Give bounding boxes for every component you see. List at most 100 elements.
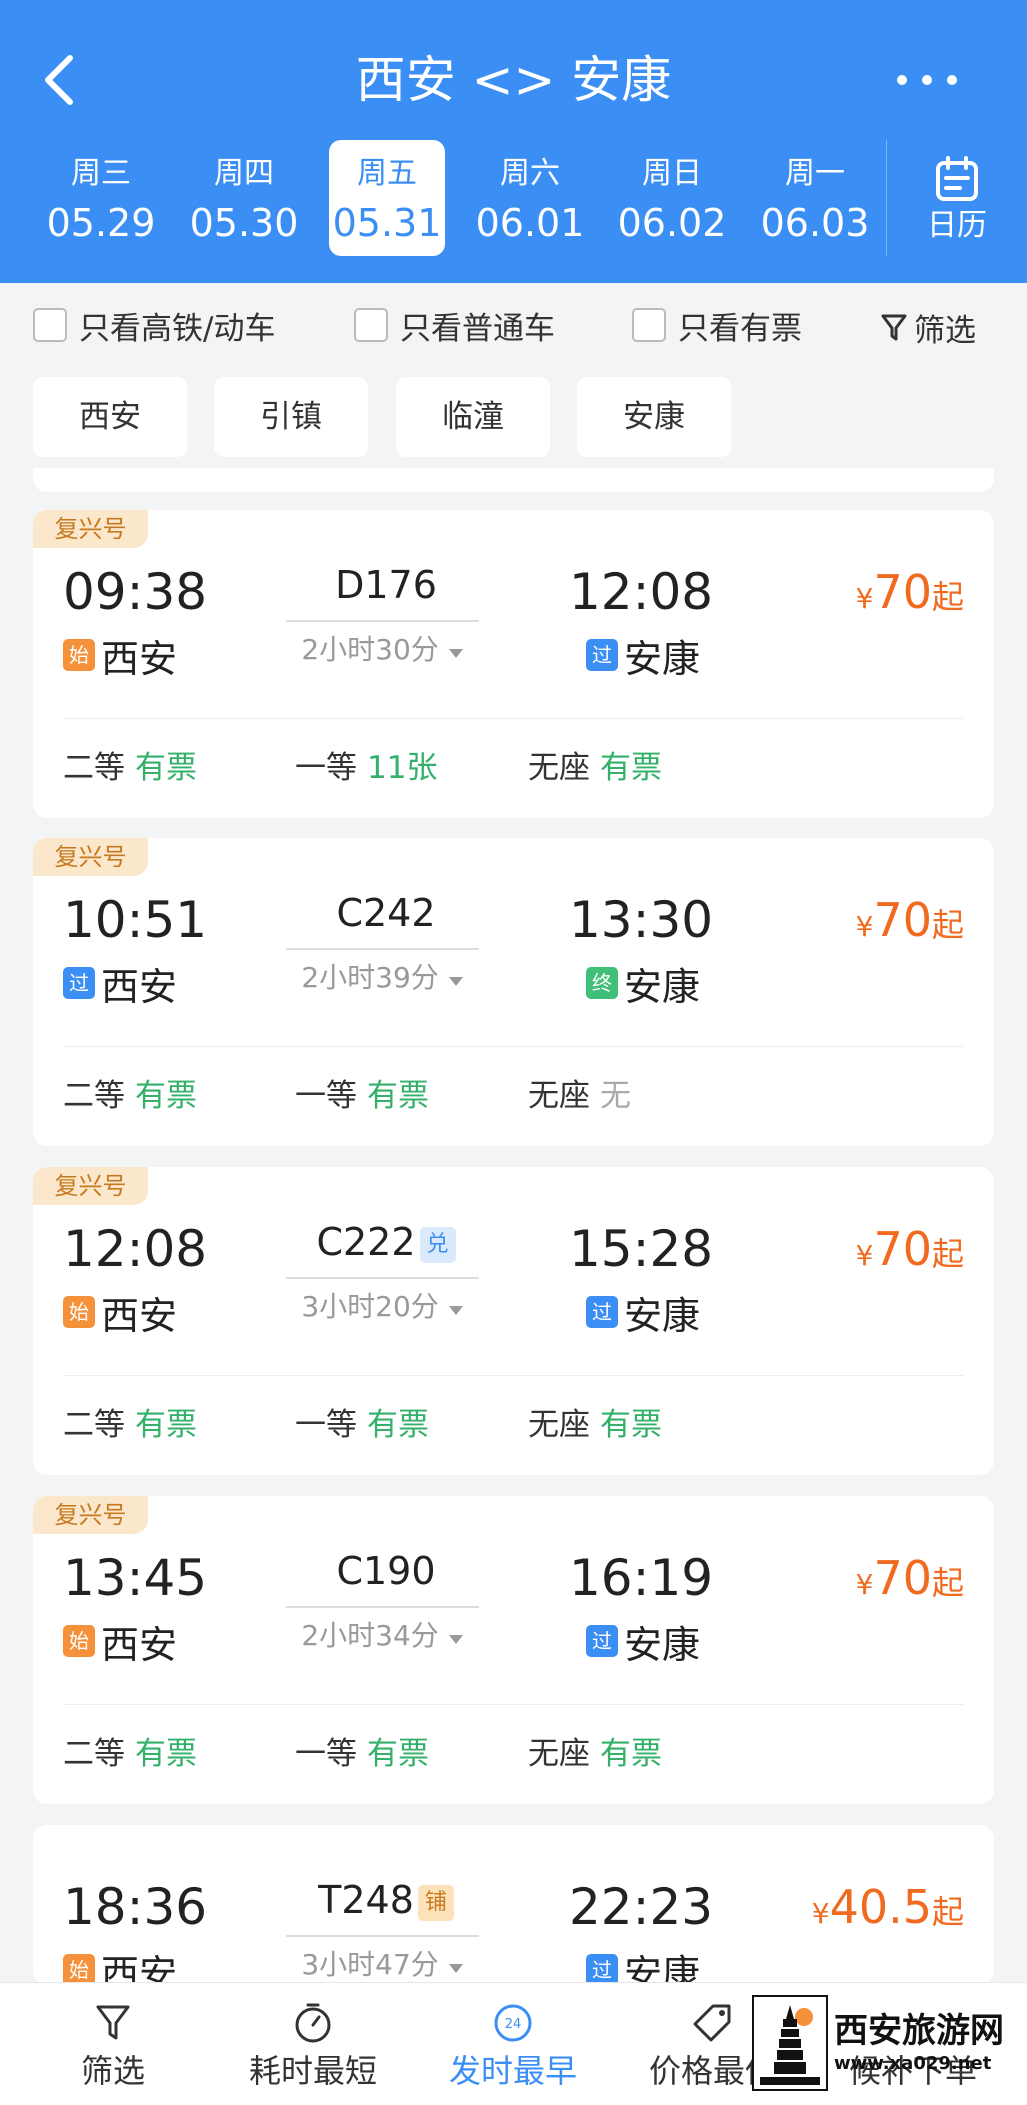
- filter-button[interactable]: 筛选: [880, 305, 976, 350]
- duration[interactable]: 2小时34分: [286, 1616, 479, 1656]
- checkbox-label: 只看高铁/动车: [79, 310, 276, 347]
- seat-class: 一等: [295, 1078, 357, 1114]
- high-speed-only-checkbox[interactable]: 只看高铁/动车: [33, 305, 276, 347]
- stopwatch-icon: [295, 2003, 331, 2043]
- arrival-station: 过安康: [586, 632, 700, 681]
- fuxing-badge: 复兴号: [33, 838, 148, 876]
- seat-availability: 无座无: [528, 1074, 631, 1118]
- train-card[interactable]: 复兴号 12:08 始西安 C222 兑 3小时20分 15:28 过安康 ¥70起 二等 有票一…: [33, 1167, 994, 1475]
- date-weekday: 周三: [71, 156, 131, 191]
- arrival-station: 终安康: [586, 960, 700, 1009]
- arrival-time: 12:08: [569, 563, 714, 621]
- funnel-icon: [96, 2005, 130, 2040]
- train-number-text: C190: [336, 1549, 436, 1593]
- station-chip[interactable]: 临潼: [396, 377, 550, 457]
- tab-label: 发时最早: [448, 2052, 577, 2090]
- date-tab[interactable]: 周四 05.30: [186, 140, 302, 256]
- currency-symbol: ¥: [811, 1897, 830, 1930]
- arrival-station: 过安康: [586, 1947, 700, 1985]
- price-value: 70: [873, 893, 932, 947]
- available-only-checkbox[interactable]: 只看有票: [632, 305, 802, 347]
- station-name: 安康: [624, 1622, 701, 1667]
- date-weekday: 周六: [500, 156, 560, 191]
- date-tab[interactable]: 周日 06.02: [614, 140, 730, 256]
- train-card[interactable]: 复兴号 10:51 过西安 C242 2小时39分 13:30 终安康 ¥70起 二等 有票 一等…: [33, 838, 994, 1146]
- clock-24-icon: 24: [494, 2004, 532, 2042]
- departure-station: 始西安: [63, 632, 177, 681]
- train-card[interactable]: 18:36 始西安 T248 铺 3小时47分 22:23 过安康 ¥40.5起: [33, 1825, 994, 1985]
- date-tab-active[interactable]: 周五 05.31: [329, 140, 445, 256]
- date-tab[interactable]: 周一 06.03: [757, 140, 873, 256]
- duration-text: 2小时39分: [301, 961, 439, 994]
- seat-status: 有票: [135, 1407, 197, 1443]
- station-type-tag: 过: [586, 1625, 618, 1657]
- date-selector: 周三 05.29 周四 05.30 周五 05.31 周六 06.01 周日 06.02 …: [30, 140, 890, 256]
- duration-divider: [286, 1935, 479, 1937]
- seat-availability: 一等 有票: [295, 1732, 429, 1776]
- seat-availability: 无座 有票: [528, 1732, 662, 1776]
- date-weekday: 周一: [785, 156, 845, 191]
- price-suffix: 起: [931, 1235, 964, 1273]
- more-dot-icon: [897, 75, 907, 85]
- duration[interactable]: 3小时47分: [286, 1945, 479, 1985]
- caret-down-icon: [448, 1964, 463, 1973]
- seat-status: 有票: [135, 750, 197, 786]
- duration-divider: [286, 1606, 479, 1608]
- station-type-tag: 过: [586, 639, 618, 671]
- tab-filter[interactable]: 筛选: [13, 1997, 213, 2093]
- seat-class: 一等: [295, 750, 357, 786]
- seat-status: 有票: [600, 1736, 662, 1772]
- filter-row: 只看高铁/动车 只看普通车 只看有票 筛选: [0, 283, 1027, 363]
- seat-status: 有票: [600, 750, 662, 786]
- duration[interactable]: 3小时20分: [286, 1287, 479, 1327]
- station-name: 西安: [101, 964, 178, 1009]
- station-name: 西安: [101, 1293, 178, 1338]
- site-watermark: 西安旅游网 www.xa029.net: [752, 1988, 1012, 2098]
- tab-label: 筛选: [80, 2052, 145, 2090]
- duration[interactable]: 2小时39分: [286, 958, 479, 998]
- price-suffix: 起: [931, 906, 964, 944]
- date-value: 06.01: [475, 201, 585, 245]
- date-tab[interactable]: 周三 05.29: [43, 140, 159, 256]
- price-value: 70: [873, 565, 932, 619]
- calendar-icon: [936, 156, 978, 201]
- date-value: 06.02: [617, 201, 727, 245]
- duration[interactable]: 2小时30分: [286, 630, 479, 670]
- seat-class: 一等: [295, 1736, 357, 1772]
- seat-class: 二等: [63, 1078, 125, 1114]
- seat-class: 无座: [528, 1736, 590, 1772]
- tab-earliest-departure[interactable]: 24 发时最早: [413, 1997, 613, 2093]
- card-divider: [63, 1046, 964, 1047]
- train-card[interactable]: 复兴号 09:38 始西安 D176 2小时30分 12:08 过安康 ¥70起 二等 有票 一等…: [33, 510, 994, 818]
- card-divider: [63, 718, 964, 719]
- price-value: 70: [873, 1551, 932, 1605]
- route-title[interactable]: 西安 <> 安康: [0, 48, 1027, 112]
- arrival-time: 13:30: [569, 891, 714, 949]
- duration-divider: [286, 1277, 479, 1279]
- normal-train-only-checkbox[interactable]: 只看普通车: [354, 305, 555, 347]
- card-divider: [63, 1375, 964, 1376]
- seat-status: 有票: [600, 1407, 662, 1443]
- station-chip[interactable]: 安康: [577, 377, 731, 457]
- station-type-tag: 过: [586, 1954, 618, 1985]
- train-card[interactable]: 复兴号 13:45 始西安 C190 2小时34分 16:19 过安康 ¥70起 二等 有票 一等…: [33, 1496, 994, 1804]
- station-chip[interactable]: 西安: [33, 377, 187, 457]
- duration-divider: [286, 948, 479, 950]
- station-type-tag: 始: [63, 1954, 95, 1985]
- station-chip[interactable]: 引镇: [214, 377, 368, 457]
- departure-station: 始西安: [63, 1618, 177, 1667]
- currency-symbol: ¥: [855, 910, 874, 943]
- more-options-button[interactable]: [897, 70, 957, 90]
- tab-shortest-duration[interactable]: 耗时最短: [213, 1997, 413, 2093]
- calendar-label: 日历: [927, 208, 987, 243]
- checkbox-box: [33, 308, 67, 342]
- calendar-button[interactable]: 日历: [886, 140, 1027, 256]
- seat-availability: 二等 有票: [63, 1074, 197, 1118]
- arrival-time: 15:28: [569, 1220, 714, 1278]
- station-type-tag: 始: [63, 639, 95, 671]
- seat-availability: 二等 有票: [63, 1403, 197, 1447]
- station-type-tag: 始: [63, 1296, 95, 1328]
- fuxing-badge: 复兴号: [33, 510, 148, 548]
- price-tag-icon: [693, 2004, 731, 2042]
- date-tab[interactable]: 周六 06.01: [472, 140, 588, 256]
